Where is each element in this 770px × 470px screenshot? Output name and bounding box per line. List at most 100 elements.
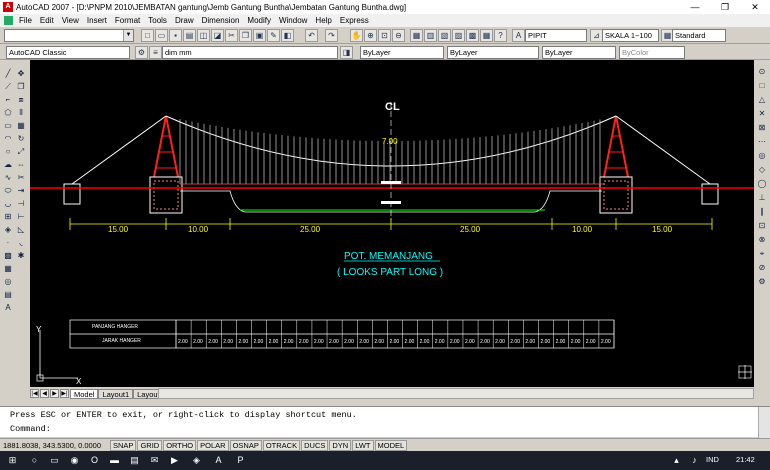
plot-icon[interactable]: ▤	[183, 29, 196, 42]
object-snap-icon[interactable]: ⊙	[756, 66, 768, 78]
zoom-realtime-icon[interactable]: ⊕	[364, 29, 377, 42]
offset-icon[interactable]: ⫴	[15, 107, 27, 119]
opera-icon[interactable]: O	[88, 454, 101, 467]
zoom-previous-icon[interactable]: ⊖	[392, 29, 405, 42]
text-style-icon[interactable]: A	[512, 29, 525, 42]
tool-palettes-icon[interactable]: ▧	[438, 29, 451, 42]
snap-apparent-icon[interactable]: ⊠	[756, 122, 768, 134]
break-icon[interactable]: ⊣	[15, 198, 27, 210]
grid-toggle[interactable]: GRID	[137, 439, 163, 451]
language-indicator[interactable]: IND	[706, 455, 719, 464]
fillet-icon[interactable]: ◟	[15, 237, 27, 249]
snap-center-icon[interactable]: ◎	[756, 150, 768, 162]
open-icon[interactable]: ▭	[155, 29, 168, 42]
linetype-dropdown[interactable]: ByLayer	[447, 46, 539, 59]
windows-start-icon[interactable]: ⊞	[6, 454, 19, 467]
osnap-settings-icon[interactable]: ⚙	[756, 276, 768, 288]
move-icon[interactable]: ✥	[15, 68, 27, 80]
stretch-icon[interactable]: ⇔	[15, 159, 27, 171]
snap-quadrant-icon[interactable]: ◇	[756, 164, 768, 176]
menu-insert[interactable]: Insert	[83, 16, 111, 25]
snap-endpoint-icon[interactable]: □	[756, 80, 768, 92]
menu-modify[interactable]: Modify	[243, 16, 275, 25]
dyn-toggle[interactable]: DYN	[329, 439, 352, 451]
horizontal-scrollbar[interactable]	[158, 388, 754, 399]
line-icon[interactable]: ╱	[2, 68, 14, 80]
polygon-icon[interactable]: ⬠	[2, 107, 14, 119]
tab-model[interactable]: Model	[70, 388, 99, 399]
minimize-button[interactable]: —	[680, 0, 710, 14]
menu-window[interactable]: Window	[275, 16, 311, 25]
cut-icon[interactable]: ✂	[225, 29, 238, 42]
extend-icon[interactable]: ⇥	[15, 185, 27, 197]
calculator-icon[interactable]: ▦	[480, 29, 493, 42]
help-icon[interactable]: ?	[494, 29, 507, 42]
search-icon[interactable]: ○	[28, 454, 41, 467]
photoshop-icon[interactable]: P	[234, 454, 247, 467]
network-icon[interactable]: ▴	[670, 454, 683, 467]
layer-dropdown[interactable]: dim mm	[162, 46, 338, 59]
design-center-icon[interactable]: ▥	[424, 29, 437, 42]
lineweight-dropdown[interactable]: ByLayer	[542, 46, 616, 59]
copy-icon[interactable]: ❐	[239, 29, 252, 42]
workspace-dropdown-top[interactable]: ▼	[4, 29, 134, 42]
mirror-icon[interactable]: ⧈	[15, 94, 27, 106]
menu-draw[interactable]: Draw	[171, 16, 198, 25]
make-current-icon[interactable]: ◨	[340, 46, 353, 59]
tab-layout1[interactable]: Layout1	[98, 388, 134, 399]
prev-tab-button[interactable]: ◀	[40, 389, 49, 398]
markup-icon[interactable]: ▩	[466, 29, 479, 42]
undo-icon[interactable]: ↶	[305, 29, 318, 42]
media-icon[interactable]: ▶	[168, 454, 181, 467]
volume-icon[interactable]: ♪	[688, 454, 701, 467]
gradient-icon[interactable]: ▦	[2, 263, 14, 275]
lwt-toggle[interactable]: LWT	[352, 439, 374, 451]
menu-edit[interactable]: Edit	[36, 16, 58, 25]
point-icon[interactable]: ·	[2, 237, 14, 249]
save-icon[interactable]: ▪	[169, 29, 182, 42]
zoom-window-icon[interactable]: ⊡	[378, 29, 391, 42]
make-block-icon[interactable]: ◈	[2, 224, 14, 236]
document-icon[interactable]	[4, 16, 13, 25]
store-icon[interactable]: ▤	[128, 454, 141, 467]
autocad-taskbar-icon[interactable]: A	[212, 454, 225, 467]
ortho-toggle[interactable]: ORTHO	[163, 439, 197, 451]
chrome-icon[interactable]: ◉	[68, 454, 81, 467]
ducs-toggle[interactable]: DUCS	[301, 439, 329, 451]
snap-parallel-icon[interactable]: ∥	[756, 206, 768, 218]
snap-nearest-icon[interactable]: ⌖	[756, 248, 768, 260]
copy-object-icon[interactable]: ❐	[15, 81, 27, 93]
menu-tools[interactable]: Tools	[144, 16, 171, 25]
layer-manager-icon[interactable]: ≡	[149, 46, 162, 59]
ellipse-icon[interactable]: ⬭	[2, 185, 14, 197]
color-dropdown[interactable]: ByLayer	[360, 46, 444, 59]
osnap-toggle[interactable]: OSNAP	[229, 439, 262, 451]
snap-midpoint-icon[interactable]: △	[756, 94, 768, 106]
plotstyle-dropdown[interactable]: ByColor	[619, 46, 685, 59]
xline-icon[interactable]: ⟋	[2, 81, 14, 93]
close-button[interactable]: ✕	[740, 0, 770, 14]
menu-view[interactable]: View	[58, 16, 83, 25]
menu-help[interactable]: Help	[311, 16, 335, 25]
command-prompt[interactable]: Command:	[10, 424, 51, 434]
array-icon[interactable]: ▦	[15, 120, 27, 132]
snap-extension-icon[interactable]: ⋯	[756, 136, 768, 148]
drawing-canvas[interactable]: CL 7.00 15.00 10.00 25.00 25.00 10.00 15…	[30, 60, 754, 387]
redo-icon[interactable]: ↷	[325, 29, 338, 42]
spline-icon[interactable]: ∿	[2, 172, 14, 184]
snap-none-icon[interactable]: ⊘	[756, 262, 768, 274]
text-style-dropdown[interactable]: PIPIT	[525, 29, 587, 42]
join-icon[interactable]: ⊢	[15, 211, 27, 223]
rotate-icon[interactable]: ↻	[15, 133, 27, 145]
snap-insert-icon[interactable]: ⊡	[756, 220, 768, 232]
workspace-dropdown[interactable]: AutoCAD Classic	[6, 46, 130, 59]
menu-dimension[interactable]: Dimension	[198, 16, 244, 25]
restore-button[interactable]: ❐	[710, 0, 740, 14]
sheet-set-icon[interactable]: ▨	[452, 29, 465, 42]
clock[interactable]: 21:42	[736, 455, 755, 464]
snap-tangent-icon[interactable]: ◯	[756, 178, 768, 190]
hatch-icon[interactable]: ▩	[2, 250, 14, 262]
paste-icon[interactable]: ▣	[253, 29, 266, 42]
arc-icon[interactable]: ◠	[2, 133, 14, 145]
region-icon[interactable]: ◎	[2, 276, 14, 288]
